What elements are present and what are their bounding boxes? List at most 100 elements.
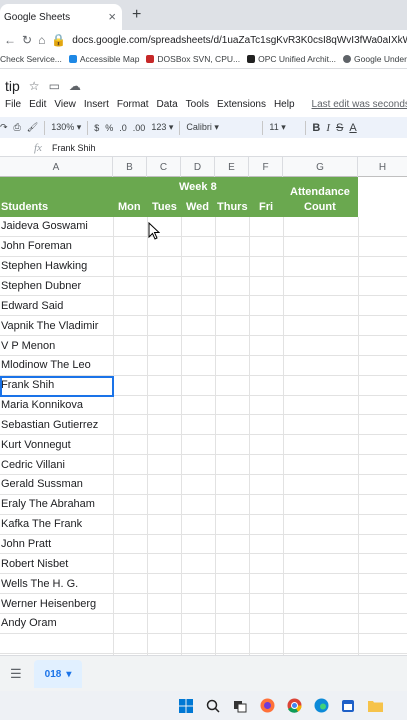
all-sheets-icon[interactable]: ☰ [10, 666, 22, 682]
menu-edit[interactable]: Edit [29, 99, 46, 110]
close-icon[interactable]: × [108, 9, 116, 24]
student-name-cell[interactable]: Andy Oram [0, 614, 113, 633]
student-name-cell[interactable]: Kurt Vonnegut [0, 435, 113, 454]
column-header-d[interactable]: D [181, 157, 215, 177]
student-name-cell[interactable]: Edward Said [0, 296, 113, 315]
student-name-cell[interactable]: Jaideva Goswami [0, 217, 113, 236]
search-icon[interactable] [205, 698, 221, 714]
menu-file[interactable]: File [5, 99, 21, 110]
student-name-cell[interactable]: Kafka The Frank [0, 515, 113, 534]
doc-title[interactable]: tip [5, 78, 20, 94]
bookmark-check-service[interactable]: Check Service... [0, 54, 62, 64]
bookmark-opc[interactable]: OPC Unified Archit... [247, 54, 336, 64]
week-label: Week 8 [179, 181, 217, 193]
browser-tab[interactable]: Google Sheets × [0, 4, 122, 30]
column-header-c[interactable]: C [147, 157, 181, 177]
windows-start-icon[interactable] [178, 698, 194, 714]
font-size-select[interactable]: 11 ▾ [269, 122, 299, 133]
flag-icon [146, 55, 155, 63]
student-name-cell[interactable]: Stephen Hawking [0, 257, 113, 276]
back-icon[interactable]: ← [4, 33, 16, 47]
url-field[interactable]: docs.google.com/spreadsheets/d/1uaZaTc1s… [72, 35, 407, 46]
paint-format-icon[interactable]: 🖌 [27, 122, 38, 133]
cloud-status-icon[interactable]: ☁ [69, 79, 81, 93]
menu-insert[interactable]: Insert [84, 99, 109, 110]
chrome-icon[interactable] [286, 698, 302, 714]
column-header-e[interactable]: E [215, 157, 249, 177]
strikethrough-button[interactable]: S [336, 122, 343, 134]
last-edit-link[interactable]: Last edit was seconds a [312, 99, 407, 110]
font-select[interactable]: Calibri ▾ [186, 122, 256, 133]
table-row: Kurt Vonnegut [0, 435, 407, 456]
column-header-a[interactable]: A [0, 157, 113, 177]
menu-help[interactable]: Help [274, 99, 295, 110]
attendance-header: Attendance [290, 186, 350, 198]
day-header-mon: Mon [118, 201, 141, 213]
student-name-cell[interactable]: Maria Konnikova [0, 396, 113, 415]
column-header-g[interactable]: G [283, 157, 358, 177]
column-header-f[interactable]: F [249, 157, 283, 177]
italic-button[interactable]: I [326, 122, 330, 134]
lock-icon[interactable]: 🔒 [51, 33, 66, 47]
student-name-cell[interactable]: Wells The H. G. [0, 574, 113, 593]
student-name-cell[interactable]: Robert Nisbet [0, 554, 113, 573]
task-view-icon[interactable] [232, 698, 248, 714]
table-row: Eraly The Abraham [0, 495, 407, 515]
move-folder-icon[interactable]: ▭ [49, 79, 60, 93]
student-name-cell[interactable]: Sebastian Gutierrez [0, 416, 113, 435]
student-name-cell[interactable]: Gerald Sussman [0, 475, 113, 494]
home-icon[interactable]: ⌂ [38, 33, 45, 47]
student-name-cell[interactable]: Mlodinow The Leo [0, 356, 113, 375]
student-name-cell[interactable]: Vapnik The Vladimir [0, 316, 113, 335]
table-row: V P Menon [0, 336, 407, 356]
fx-icon: fx [34, 141, 42, 154]
column-header-h[interactable]: H [358, 157, 407, 177]
student-name-cell[interactable]: John Foreman [0, 237, 113, 256]
new-tab-icon[interactable]: + [132, 6, 141, 24]
bookmark-label: Check Service... [0, 54, 62, 64]
bookmark-accessible-map[interactable]: Accessible Map [68, 54, 139, 64]
currency-button[interactable]: $ [94, 123, 99, 133]
star-icon[interactable]: ☆ [29, 79, 40, 93]
zoom-select[interactable]: 130% ▾ [51, 122, 81, 133]
sheet-tab-018[interactable]: 018 ▾ [34, 660, 82, 688]
student-name-cell[interactable]: Eraly The Abraham [0, 495, 113, 514]
bold-button[interactable]: B [312, 122, 320, 134]
chevron-down-icon[interactable]: ▾ [66, 669, 71, 680]
bookmark-dosbox[interactable]: DOSBox SVN, CPU... [146, 54, 240, 64]
increase-decimal-button[interactable]: .00 [133, 123, 146, 133]
toolbar-divider [87, 120, 89, 135]
redo-icon[interactable]: ↷ [0, 122, 8, 133]
menu-data[interactable]: Data [157, 99, 178, 110]
formula-input[interactable]: Frank Shih [52, 143, 96, 153]
file-explorer-icon[interactable] [367, 698, 383, 714]
calendar-icon[interactable] [340, 698, 356, 714]
student-name-cell[interactable]: Cedric Villani [0, 455, 113, 474]
print-icon[interactable]: ⎙ [14, 122, 21, 133]
firefox-icon[interactable] [259, 698, 275, 714]
percent-button[interactable]: % [105, 123, 113, 133]
student-name-cell[interactable]: Werner Heisenberg [0, 594, 113, 613]
table-row: Sebastian Gutierrez [0, 416, 407, 436]
bookmark-google[interactable]: Google Under [343, 54, 407, 64]
more-formats-select[interactable]: 123 ▾ [151, 122, 173, 133]
student-name-cell[interactable]: Stephen Dubner [0, 277, 113, 296]
table-row: Werner Heisenberg [0, 594, 407, 614]
reload-icon[interactable]: ↻ [22, 33, 32, 47]
globe-icon [68, 55, 77, 63]
menu-tools[interactable]: Tools [186, 99, 209, 110]
student-name-cell[interactable]: John Pratt [0, 535, 113, 554]
edge-icon[interactable] [313, 698, 329, 714]
sheet-grid: Week 8 Students Mon Tues Wed Thurs Fri A… [0, 177, 407, 655]
menu-format[interactable]: Format [117, 99, 149, 110]
column-header-b[interactable]: B [113, 157, 147, 177]
menu-extensions[interactable]: Extensions [217, 99, 266, 110]
decrease-decimal-button[interactable]: .0 [119, 123, 127, 133]
student-name-cell[interactable]: V P Menon [0, 336, 113, 355]
menu-view[interactable]: View [54, 99, 76, 110]
sheet-tab-strip: ☰ 018 ▾ [0, 655, 407, 691]
toolbar-divider [305, 120, 307, 135]
text-color-button[interactable]: A [349, 122, 356, 134]
table-row: Andy Oram [0, 614, 407, 634]
day-header-fri: Fri [259, 201, 274, 213]
